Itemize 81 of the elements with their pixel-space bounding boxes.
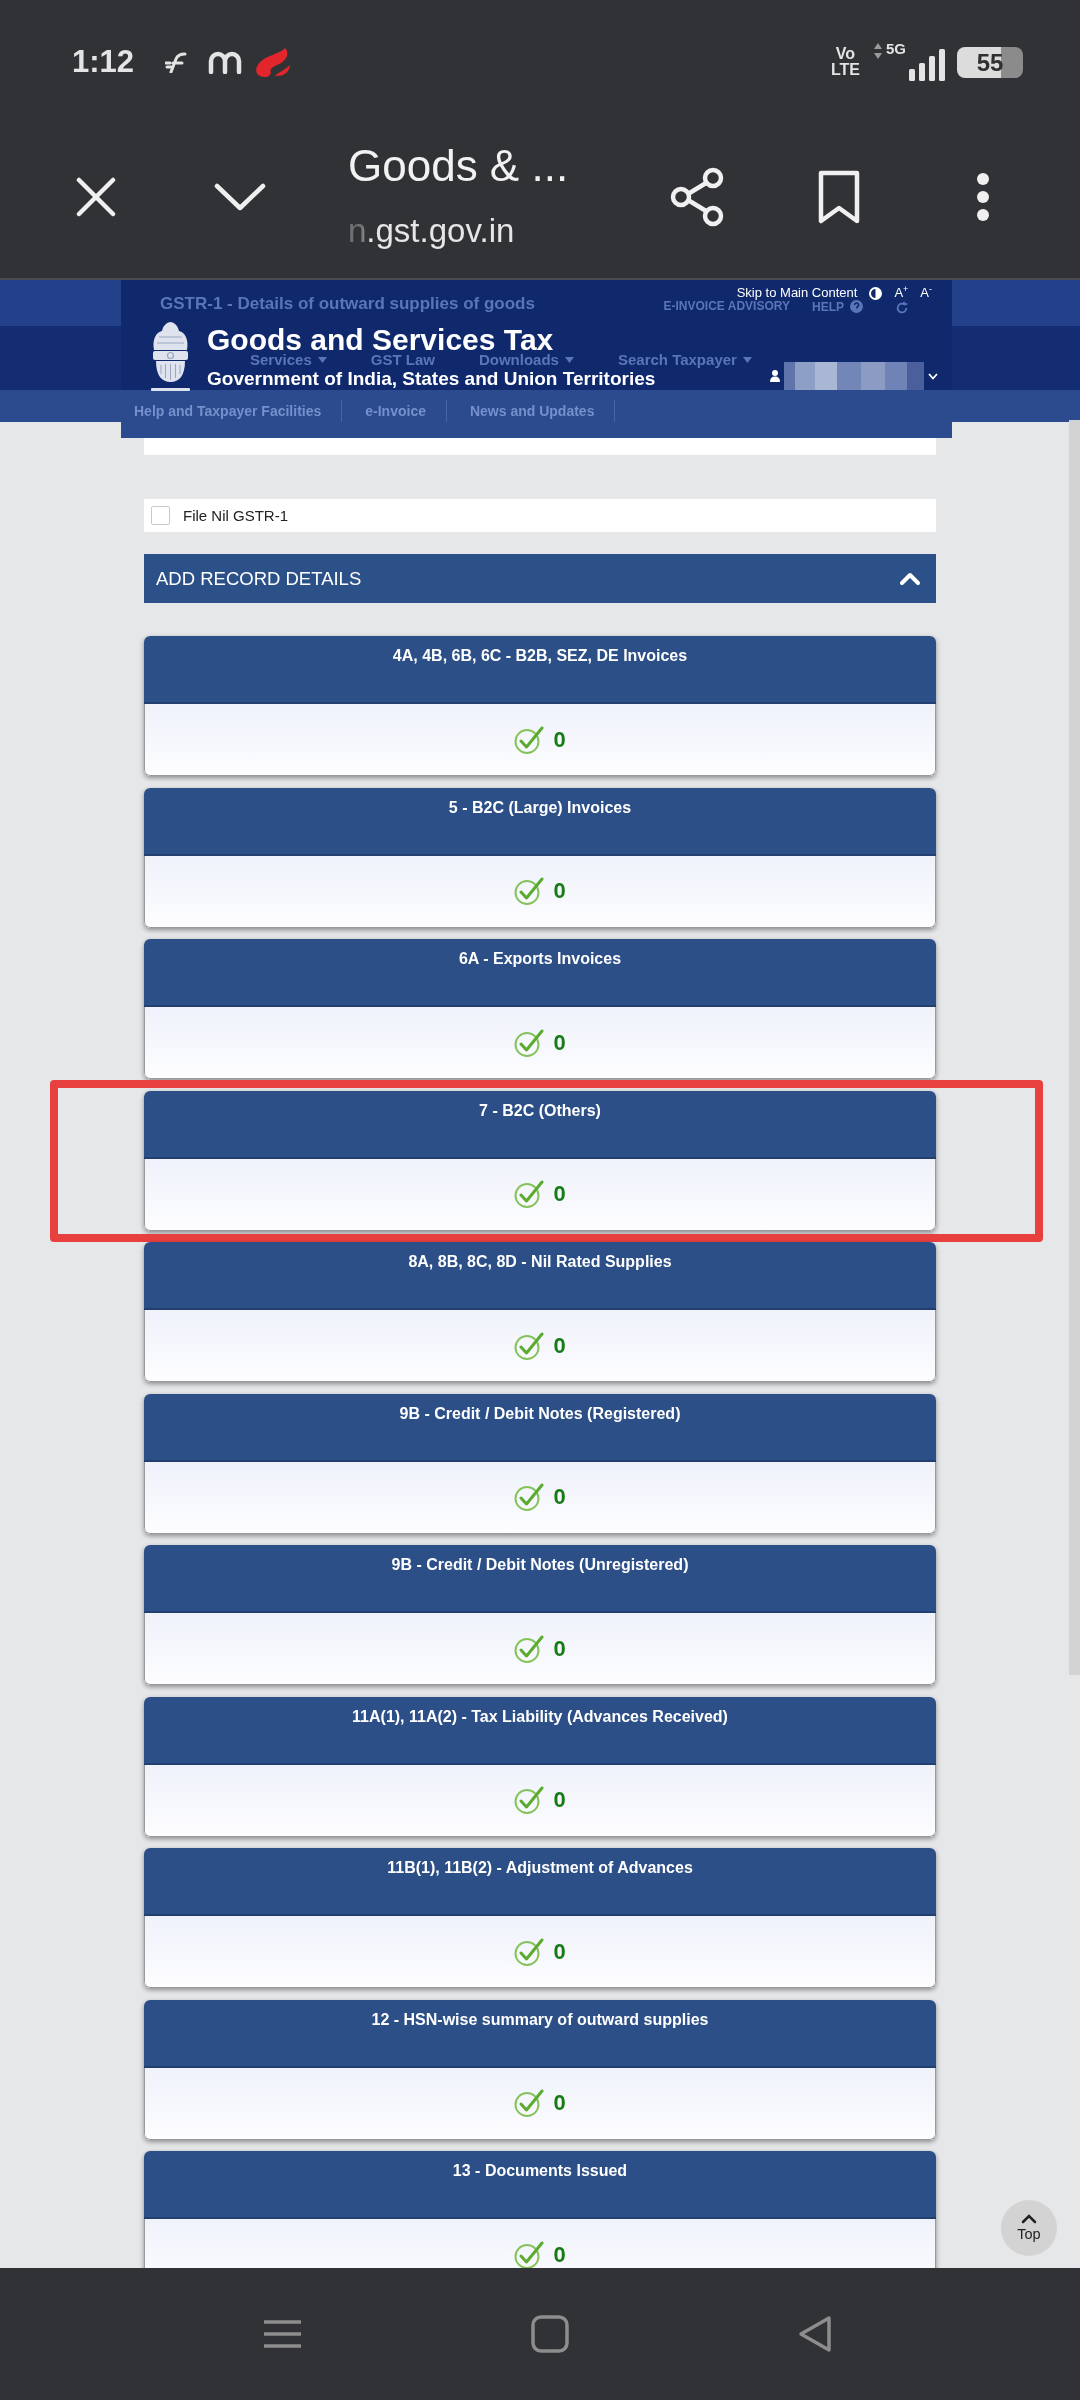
chevron-up-icon xyxy=(1021,2214,1037,2224)
check-circle-icon xyxy=(514,725,545,754)
checkbox[interactable] xyxy=(151,506,170,525)
record-tile[interactable]: 13 - Documents Issued 0 xyxy=(144,2151,936,2268)
record-tile[interactable]: 4A, 4B, 6B, 6C - B2B, SEZ, DE Invoices 0 xyxy=(144,636,936,776)
contrast-icon[interactable] xyxy=(869,286,883,300)
volte-label: Vo xyxy=(835,46,856,62)
record-count: 0 xyxy=(553,1332,566,1359)
font-size-button[interactable]: A$^{+}$ xyxy=(894,286,909,300)
tile-title: 6A - Exports Invoices xyxy=(458,950,622,968)
check-circle-icon xyxy=(514,877,545,905)
record-count: 0 xyxy=(553,1029,566,1056)
tile-title: 7 - B2C (Others) xyxy=(479,1101,601,1120)
record-tile[interactable]: 11B(1), 11B(2) - Adjustment of Advances 0 xyxy=(144,1848,936,1988)
chevron-down-icon[interactable] xyxy=(214,182,266,211)
record-count: 0 xyxy=(553,1484,566,1510)
home-icon[interactable] xyxy=(531,2315,569,2353)
record-count: 0 xyxy=(553,726,566,753)
share-icon[interactable] xyxy=(669,166,725,227)
tile-title: 11A(1), 11A(2) - Tax Liability (Advances Received) xyxy=(352,1707,728,1726)
record-count: 0 xyxy=(553,2241,566,2268)
check-circle-icon xyxy=(514,1937,545,1966)
record-count: 0 xyxy=(553,1787,566,1813)
tile-title: 11B(1), 11B(2) - Adjustment of Advances xyxy=(387,1859,693,1877)
site-subtitle: Government of India, States and Union Territories xyxy=(207,369,656,389)
check-circle-icon xyxy=(514,2240,545,2268)
checkbox-label[interactable]: File Nil GSTR-1 xyxy=(183,507,288,524)
check-circle-icon xyxy=(514,1028,545,1057)
user-icon xyxy=(770,370,780,382)
record-tile[interactable]: 12 - HSN-wise summary of outward supplies 0 xyxy=(144,1999,936,2140)
refresh-icon[interactable] xyxy=(895,301,909,315)
record-tile[interactable]: 11A(1), 11A(2) - Tax Liability (Advances Received) 0 xyxy=(144,1696,936,1837)
section-title: ADD RECORD DETAILS xyxy=(156,567,362,590)
tile-title: 8A, 8B, 8C, 8D - Nil Rated Supplies xyxy=(408,1253,672,1271)
network-type-label: 5G xyxy=(886,41,906,57)
battery-indicator: 55 xyxy=(957,46,1023,78)
record-count: 0 xyxy=(553,1938,566,1965)
scrollbar-thumb[interactable] xyxy=(1069,420,1080,1675)
record-tile[interactable]: 8A, 8B, 8C, 8D - Nil Rated Supplies 0 xyxy=(144,1242,936,1382)
help-icon xyxy=(850,300,863,313)
check-circle-icon xyxy=(514,2089,545,2117)
check-circle-icon xyxy=(514,1331,545,1360)
tile-title: 13 - Documents Issued xyxy=(452,2162,628,2180)
bookmark-icon[interactable] xyxy=(818,169,860,224)
record-tile[interactable]: 7 - B2C (Others) 0 xyxy=(144,1090,936,1231)
chevron-up-icon[interactable] xyxy=(899,571,921,586)
record-tile[interactable]: 9B - Credit / Debit Notes (Unregistered) 0 xyxy=(144,1545,936,1685)
tile-title: 5 - B2C (Large) Invoices xyxy=(448,798,632,817)
tile-title: 9B - Credit / Debit Notes (Registered) xyxy=(399,1404,681,1423)
tile-title: 4A, 4B, 6B, 6C - B2B, SEZ, DE Invoices xyxy=(392,647,688,665)
app-notification-icon xyxy=(165,51,188,73)
app-notification-icon xyxy=(208,50,243,74)
record-tile[interactable]: 6A - Exports Invoices 0 xyxy=(144,939,936,1079)
tile-title: 12 - HSN-wise summary of outward supplies xyxy=(371,2010,709,2029)
record-count: 0 xyxy=(553,2090,566,2116)
data-arrows-icon xyxy=(874,43,882,59)
record-count: 0 xyxy=(553,1635,566,1662)
page-heading: GSTR-1 - Details of outward supplies of goods xyxy=(160,294,535,314)
record-tile[interactable]: 5 - B2C (Large) Invoices 0 xyxy=(144,787,936,928)
close-icon[interactable] xyxy=(76,176,116,217)
check-circle-icon xyxy=(514,1786,545,1814)
url-text[interactable]: n.gst.gov.in xyxy=(348,212,515,250)
more-options-icon[interactable] xyxy=(976,171,990,222)
skip-link[interactable]: Skip to Main Content xyxy=(736,286,858,300)
back-icon[interactable] xyxy=(797,2315,833,2353)
check-circle-icon xyxy=(514,1180,545,1208)
site-title: Goods and Services Tax xyxy=(207,326,554,354)
menu-icon[interactable] xyxy=(264,2320,301,2348)
font-size-button[interactable]: A$^{-}$ xyxy=(920,286,932,300)
record-count: 0 xyxy=(553,1181,566,1207)
check-circle-icon xyxy=(514,1483,545,1511)
check-circle-icon xyxy=(514,1634,545,1663)
signal-icon xyxy=(909,49,945,81)
tile-title: 9B - Credit / Debit Notes (Unregistered) xyxy=(391,1556,689,1574)
page-title: Goods & ... xyxy=(348,140,569,192)
section-header-bar[interactable]: ADD RECORD DETAILS xyxy=(144,554,936,603)
record-tile[interactable]: 9B - Credit / Debit Notes (Registered) 0 xyxy=(144,1393,936,1534)
back-to-top-button[interactable]: Top xyxy=(1001,2200,1057,2256)
status-time: 1:12 xyxy=(72,45,135,79)
volte-label: LTE xyxy=(830,62,860,78)
record-count: 0 xyxy=(553,878,566,904)
